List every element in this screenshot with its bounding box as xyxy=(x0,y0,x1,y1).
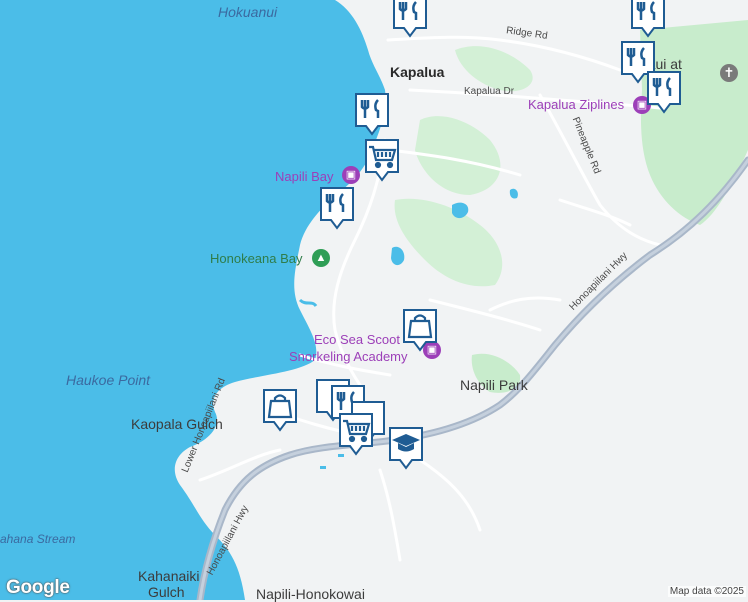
label-kapalua-dr: Kapalua Dr xyxy=(464,86,515,97)
label-eco-sea-2[interactable]: Snorkeling Academy xyxy=(289,349,408,364)
label-haukoe-point: Haukoe Point xyxy=(66,372,151,388)
label-kahanaiki-1: Kahanaiki xyxy=(138,568,200,584)
park-tree-icon[interactable]: ▲ xyxy=(312,249,330,267)
label-stream: ahana Stream xyxy=(0,532,76,546)
label-hokuanui: Hokuanui xyxy=(218,4,278,20)
label-honokeana-bay[interactable]: Honokeana Bay xyxy=(210,251,303,266)
shopping-bag-marker-eco[interactable] xyxy=(402,308,438,352)
label-napili-park: Napili Park xyxy=(460,377,528,393)
restaurant-marker-kapalua[interactable] xyxy=(354,92,390,136)
label-eco-sea-1[interactable]: Eco Sea Scoot xyxy=(314,332,400,347)
map-attribution[interactable]: Map data ©2025 xyxy=(667,586,746,597)
shopping-cart-marker-cluster[interactable] xyxy=(338,412,374,456)
label-kapalua: Kapalua xyxy=(390,64,445,80)
shopping-bag-marker-kaopala[interactable] xyxy=(262,388,298,432)
google-logo: Google xyxy=(6,577,70,598)
map-canvas[interactable] xyxy=(0,0,748,600)
church-icon[interactable]: ✝ xyxy=(720,64,738,82)
restaurant-marker-top-right[interactable] xyxy=(630,0,666,38)
label-napili-bay[interactable]: Napili Bay xyxy=(275,169,334,184)
label-kahanaiki-2: Gulch xyxy=(148,584,185,600)
shopping-cart-marker-napili[interactable] xyxy=(364,138,400,182)
school-marker[interactable] xyxy=(388,426,424,470)
restaurant-marker-ziplines-b[interactable] xyxy=(646,70,682,114)
label-kapalua-ziplines[interactable]: Kapalua Ziplines xyxy=(528,97,624,112)
camera-icon-napili-bay[interactable]: ▣ xyxy=(342,166,360,184)
restaurant-marker-top[interactable] xyxy=(392,0,428,38)
restaurant-marker-napili[interactable] xyxy=(319,186,355,230)
